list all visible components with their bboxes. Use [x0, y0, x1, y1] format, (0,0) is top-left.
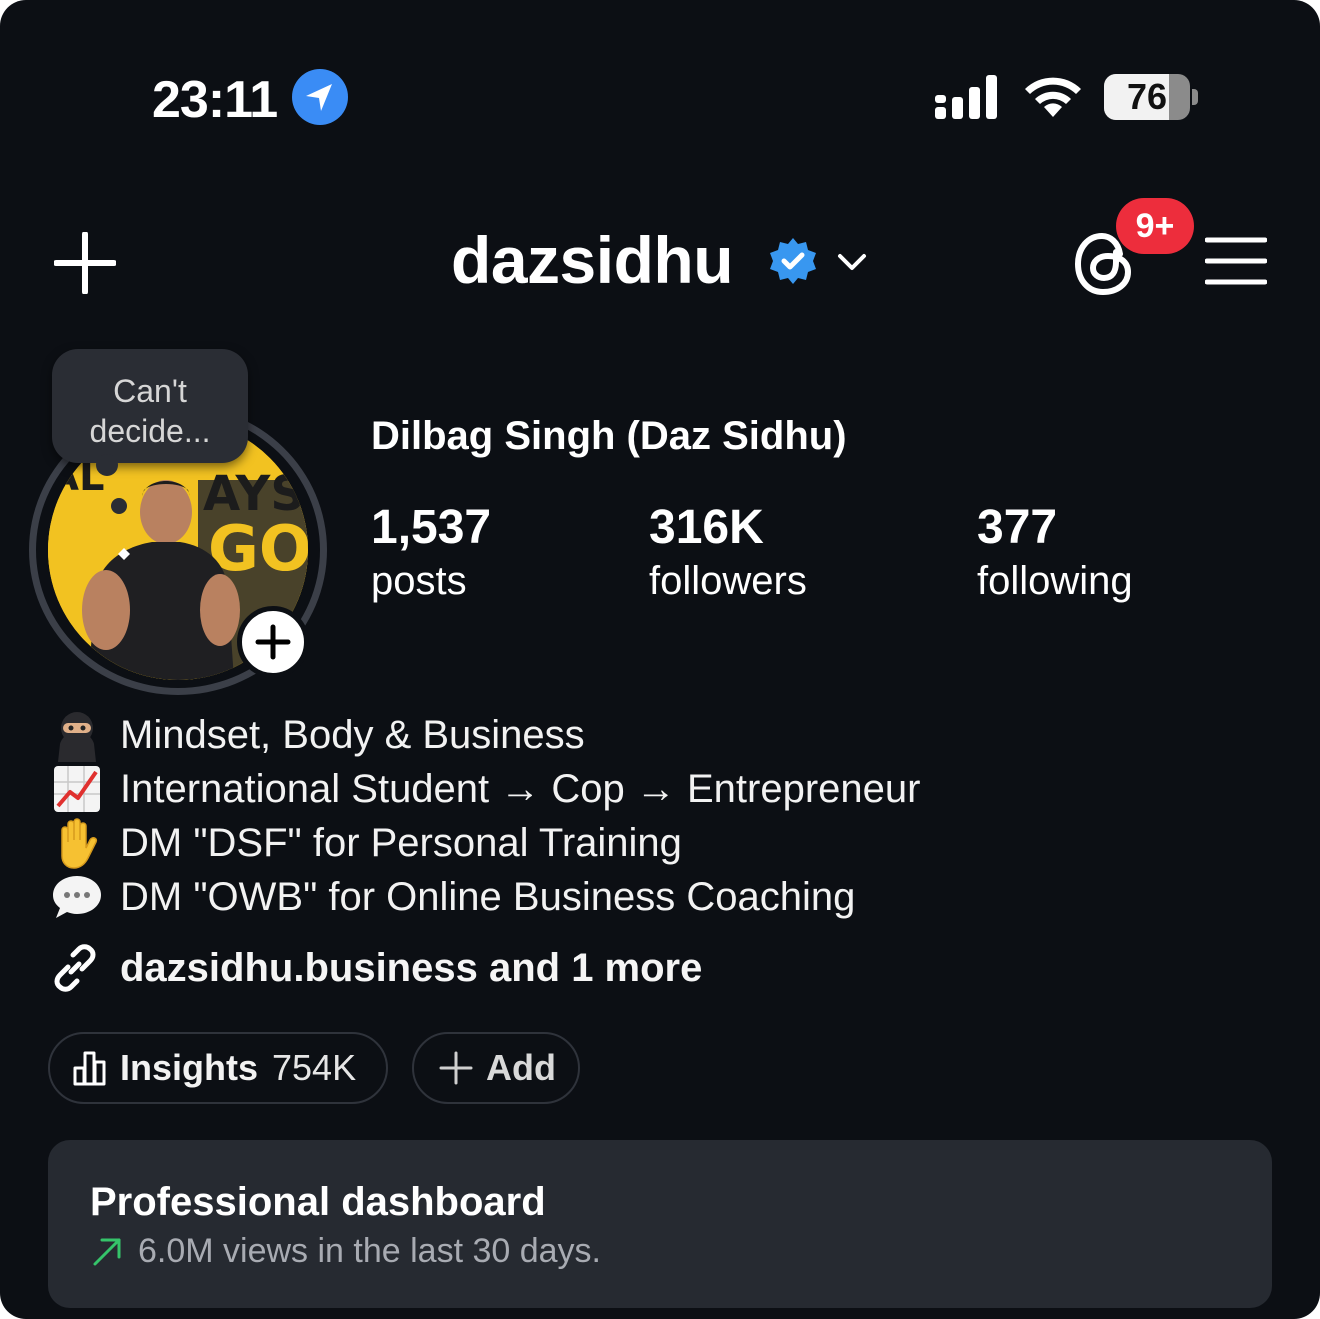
notification-badge: 9+ [1116, 198, 1194, 254]
add-story-button[interactable] [237, 606, 309, 678]
insights-value: 754K [272, 1047, 357, 1088]
bio-line: Mindset, Body & Business [50, 708, 585, 762]
add-label: Add [486, 1047, 556, 1088]
posts-count: 1,537 [371, 501, 492, 554]
battery-percent: 76 [1126, 76, 1168, 117]
followers-stat[interactable]: 316K followers [649, 500, 807, 606]
dashboard-subtitle-row: 6.0M views in the last 30 days. [90, 1232, 601, 1271]
cellular-signal-icon [935, 75, 997, 119]
bio-text: Mindset, Body & Business [120, 712, 585, 757]
followers-label: followers [649, 559, 807, 603]
wifi-icon [1025, 77, 1081, 117]
location-arrow-icon [292, 69, 348, 125]
dashboard-subtitle: 6.0M views in the last 30 days. [138, 1232, 602, 1270]
professional-dashboard-card[interactable]: Professional dashboard 6.0M views in the… [48, 1140, 1272, 1308]
plus-icon [439, 1051, 473, 1085]
bio-line: DM "DSF" for Personal Training [50, 816, 682, 870]
following-stat[interactable]: 377 following [977, 500, 1133, 606]
note-bubble[interactable]: Can't decide... [52, 349, 248, 463]
plus-icon [255, 624, 291, 660]
add-button[interactable]: Add [412, 1032, 580, 1104]
note-bubble-tail [96, 454, 118, 476]
menu-icon[interactable] [1205, 236, 1267, 286]
bio-text: DM "OWB" for Online Business Coaching [120, 874, 856, 919]
bar-chart-icon [73, 1051, 106, 1086]
profile-screen: 23:11 76 dazsidhu 9+ GO AYS AL Can't dec… [0, 0, 1320, 1319]
chart-increasing-emoji-icon [54, 766, 100, 812]
insights-button[interactable]: Insights 754K [48, 1032, 388, 1104]
trend-up-arrow-icon [93, 1238, 121, 1265]
bio-text: DM "DSF" for Personal Training [120, 820, 682, 865]
bio-line: DM "OWB" for Online Business Coaching [50, 870, 855, 924]
posts-label: posts [371, 559, 467, 603]
note-bubble-tail-small [111, 498, 127, 514]
link-icon [54, 944, 96, 992]
bio-link[interactable]: dazsidhu.business and 1 more [48, 940, 702, 996]
insights-label: Insights [120, 1047, 259, 1088]
battery-icon: 76 [1104, 74, 1190, 120]
bio-text: International Student → Cop → Entreprene… [120, 766, 921, 811]
verified-icon [770, 238, 816, 284]
full-name: Dilbag Singh (Daz Sidhu) [371, 414, 847, 458]
bio-line: International Student → Cop → Entreprene… [50, 762, 920, 816]
raised-hand-emoji-icon [61, 818, 98, 869]
dashboard-title: Professional dashboard [90, 1180, 546, 1224]
username-switcher[interactable]: dazsidhu [451, 222, 734, 298]
following-label: following [977, 559, 1133, 603]
create-plus-icon[interactable] [54, 232, 116, 294]
status-time: 23:11 [152, 71, 278, 129]
posts-stat[interactable]: 1,537 posts [371, 500, 491, 606]
ninja-emoji-icon [58, 712, 96, 762]
battery-tip [1192, 89, 1198, 105]
chevron-down-icon[interactable] [836, 248, 868, 274]
followers-count: 316K [649, 501, 764, 554]
following-count: 377 [977, 501, 1058, 554]
link-text: dazsidhu.business and 1 more [120, 945, 703, 990]
speech-bubble-emoji-icon [53, 876, 101, 918]
